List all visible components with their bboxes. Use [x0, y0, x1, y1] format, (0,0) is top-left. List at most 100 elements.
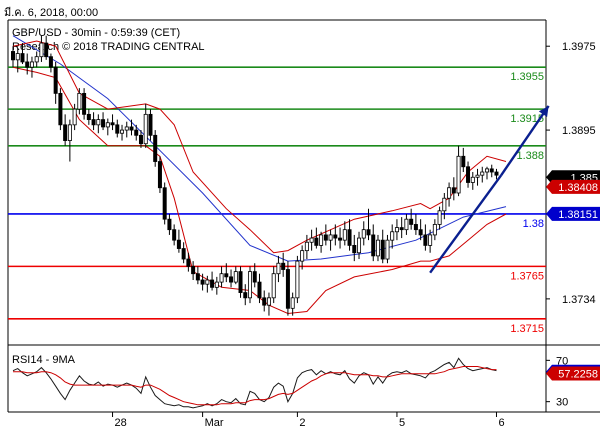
candle — [285, 269, 290, 309]
candle — [432, 224, 437, 236]
candle — [489, 168, 494, 173]
candle — [229, 276, 234, 283]
candle — [224, 273, 229, 278]
candle — [361, 229, 366, 239]
level-label: 1.388 — [516, 150, 544, 162]
candle — [205, 279, 210, 285]
candle — [153, 134, 158, 162]
candle — [494, 171, 499, 176]
candle — [110, 122, 115, 126]
candle — [447, 187, 452, 199]
candle — [82, 92, 87, 115]
candle — [191, 265, 196, 275]
candle — [238, 271, 243, 293]
candle — [200, 279, 205, 285]
y-tick-label: 1.3975 — [562, 41, 596, 53]
candle — [172, 229, 177, 241]
level-label: 1.3715 — [510, 323, 544, 335]
candle — [129, 126, 134, 131]
candle — [466, 166, 471, 183]
candle — [138, 134, 143, 145]
candle — [276, 262, 281, 275]
candle — [328, 234, 333, 241]
candle — [10, 51, 15, 61]
candle — [300, 250, 305, 262]
bollinger-upper-line — [12, 40, 507, 254]
candle — [20, 53, 25, 63]
candle — [72, 108, 77, 126]
candle — [34, 56, 39, 63]
candle — [247, 271, 252, 299]
candle — [290, 297, 295, 309]
candle — [44, 42, 49, 58]
candle — [357, 237, 362, 254]
y-tick-label: 1.3895 — [562, 125, 596, 137]
candle — [86, 113, 91, 120]
candle — [309, 237, 314, 243]
candle — [124, 126, 129, 131]
rsi-y-tick-label: 30 — [556, 397, 568, 409]
candle — [456, 155, 461, 194]
candle — [484, 168, 489, 173]
rsi-tag-label: 57.2258 — [558, 369, 598, 381]
candle — [371, 234, 376, 257]
candle — [67, 124, 72, 141]
candle — [148, 113, 153, 136]
candle — [352, 245, 357, 254]
candle — [451, 187, 456, 194]
candle — [120, 129, 125, 134]
candle — [461, 155, 466, 168]
candle — [210, 279, 215, 288]
candle — [39, 42, 44, 58]
level-label: 1.3765 — [510, 270, 544, 282]
price-tag-label: 1.38408 — [558, 182, 598, 194]
level-label: 1.38 — [523, 218, 544, 230]
candle — [77, 92, 82, 110]
y-tick-label: 1.3734 — [562, 294, 596, 306]
candle — [385, 239, 390, 260]
candle — [134, 129, 139, 136]
candle — [157, 161, 162, 189]
candle — [195, 273, 200, 281]
candle — [105, 122, 110, 128]
candle — [338, 237, 343, 241]
candle — [266, 297, 271, 306]
candle — [323, 234, 328, 241]
x-tick-label: 2 — [299, 417, 305, 429]
candle — [58, 92, 63, 126]
candle — [295, 260, 300, 299]
candle — [96, 119, 101, 126]
x-tick-label: 5 — [399, 417, 405, 429]
candle — [91, 119, 96, 126]
candle — [63, 124, 68, 141]
candle — [115, 124, 120, 134]
candle — [25, 61, 30, 68]
candle — [380, 239, 385, 260]
candle — [394, 227, 399, 233]
candle — [262, 297, 267, 306]
x-tick-label: 6 — [498, 417, 504, 429]
candle — [271, 273, 276, 299]
candle — [390, 231, 395, 241]
candle — [29, 61, 34, 68]
candle — [53, 66, 58, 94]
candle — [470, 176, 475, 183]
level-label: 1.3955 — [510, 71, 544, 83]
candle — [475, 174, 480, 178]
candle — [214, 281, 219, 288]
price-chart[interactable]: 1.39551.39151.3881.381.37651.37151.39751… — [0, 0, 603, 439]
candle — [437, 210, 442, 225]
candle — [342, 229, 347, 241]
candle — [304, 241, 309, 252]
moving-average-line — [12, 35, 507, 262]
price-tag-label: 1.38151 — [558, 209, 598, 221]
candle — [233, 271, 238, 283]
candle — [243, 292, 248, 299]
candle — [162, 187, 167, 220]
candle — [399, 227, 404, 231]
candle — [413, 224, 418, 231]
candle — [181, 248, 186, 260]
candle — [176, 239, 181, 249]
candle — [442, 197, 447, 212]
candle — [252, 271, 257, 283]
